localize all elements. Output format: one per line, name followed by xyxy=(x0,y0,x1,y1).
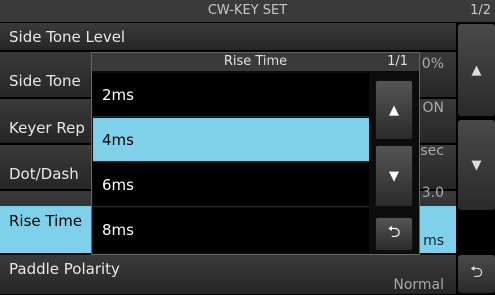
row-value: ON xyxy=(422,100,445,116)
row-label: Side Tone xyxy=(9,72,81,90)
back-button[interactable]: ⮌ xyxy=(458,255,495,293)
row-value: 0% xyxy=(421,56,444,72)
return-icon: ⮌ xyxy=(387,221,401,241)
dialog-title-bar: Rise Time 1/1 xyxy=(92,53,419,71)
scroll-up-button[interactable]: ▲ xyxy=(458,24,495,116)
scroll-down-button[interactable]: ▼ xyxy=(458,120,495,210)
rise-time-dialog: Rise Time 1/1 2ms 4ms 6ms 8ms ▲ ▼ ⮌ xyxy=(91,52,420,255)
row-value: Normal xyxy=(393,277,444,293)
dialog-page-indicator: 1/1 xyxy=(387,54,408,69)
option-6ms[interactable]: 6ms xyxy=(93,163,369,207)
dialog-up-button[interactable]: ▲ xyxy=(375,80,413,140)
row-label: Dot/Dash xyxy=(9,165,79,183)
triangle-down-icon: ▼ xyxy=(471,157,482,173)
return-icon: ⮌ xyxy=(470,261,483,281)
option-4ms[interactable]: 4ms xyxy=(93,118,369,162)
row-value: ms xyxy=(423,233,444,249)
option-label: 6ms xyxy=(102,176,134,194)
dialog-down-button[interactable]: ▼ xyxy=(375,145,413,207)
row-label: Paddle Polarity xyxy=(9,260,120,278)
option-label: 8ms xyxy=(102,221,134,239)
option-2ms[interactable]: 2ms xyxy=(93,73,369,117)
option-label: 4ms xyxy=(102,131,134,149)
row-value: sec xyxy=(420,143,444,159)
row-label: Keyer Rep xyxy=(9,119,85,137)
title-bar: CW-KEY SET 1/2 xyxy=(0,0,495,22)
row-paddle-polarity[interactable]: Paddle Polarity Normal xyxy=(0,255,456,295)
dialog-back-button[interactable]: ⮌ xyxy=(375,217,413,251)
page-title: CW-KEY SET xyxy=(207,3,288,18)
triangle-up-icon: ▲ xyxy=(389,102,399,118)
triangle-up-icon: ▲ xyxy=(471,62,482,78)
dialog-title: Rise Time xyxy=(223,54,288,69)
row-label: Rise Time xyxy=(9,212,83,230)
row-side-tone-level[interactable]: Side Tone Level xyxy=(0,23,456,51)
page-indicator: 1/2 xyxy=(470,3,491,18)
triangle-down-icon: ▼ xyxy=(389,168,399,184)
option-label: 2ms xyxy=(102,86,134,104)
row-label: Side Tone Level xyxy=(9,28,126,46)
option-8ms[interactable]: 8ms xyxy=(93,208,369,252)
row-value: 3.0 xyxy=(421,185,444,201)
